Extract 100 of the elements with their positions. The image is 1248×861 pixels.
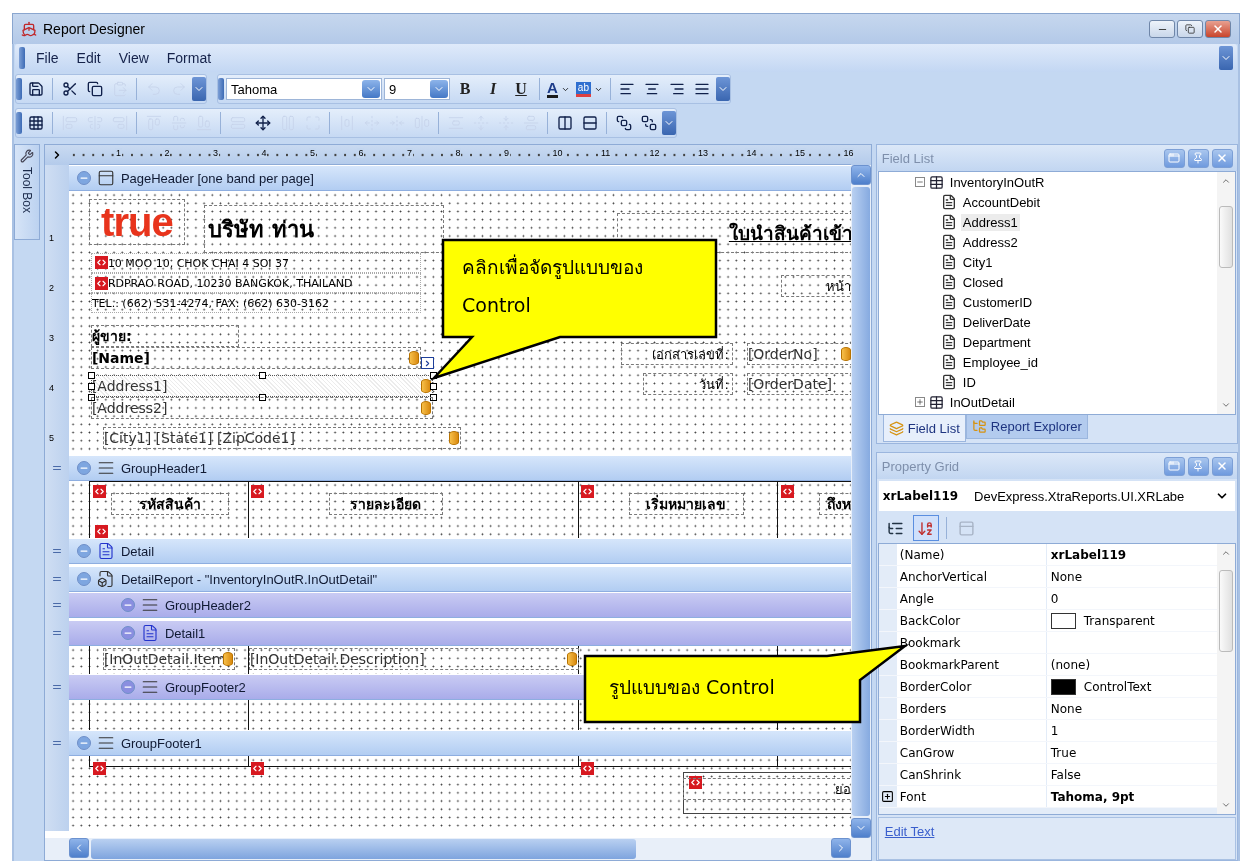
underline-button[interactable]: U [508,77,534,101]
close-button[interactable] [1212,148,1233,168]
property-value[interactable]: False [1046,764,1217,785]
property-value[interactable]: (none) [1046,654,1217,675]
collapse-button[interactable] [76,572,91,586]
maximize-button[interactable] [1164,148,1185,168]
collapse-button[interactable] [76,461,91,475]
tree-item[interactable]: InOutDetail [947,393,1017,411]
toolbox-tab[interactable]: Tool Box [14,144,40,240]
scroll-thumb[interactable] [1219,570,1233,652]
italic-button[interactable]: I [480,77,506,101]
band-header[interactable]: GroupFooter1 [68,730,851,756]
menu-grip[interactable] [19,47,25,69]
edit-text-link[interactable]: Edit Text [884,824,935,839]
toolbar-grip[interactable] [16,112,22,134]
collapse-toggle[interactable] [914,177,925,187]
report-label[interactable]: [Address2] [90,397,433,419]
property-value[interactable]: Transparent [1046,610,1217,631]
dropdown-button[interactable] [362,80,380,98]
scroll-left-button[interactable] [68,838,89,858]
tree-item[interactable]: Address2 [960,233,1020,251]
band-header[interactable]: GroupHeader2 [68,592,851,618]
scroll-down-button[interactable] [1221,400,1231,410]
report-label[interactable]: ผู้ขาย: [90,325,239,347]
report-label[interactable]: TEL.: (662) 531-4274, FAX: (662) 630-3162 [90,293,421,313]
report-label[interactable]: RDPRAO ROAD, 10230 BANGKOK, THAILAND [90,273,421,293]
report-label[interactable]: [InOutDetail.Description] [248,648,579,670]
expand-toggle[interactable] [881,790,895,803]
tree-item[interactable]: Employee_id [960,353,1040,371]
panel-tab[interactable]: Report Explorer [965,415,1088,439]
maximize-button[interactable] [1164,456,1185,476]
resize-handle[interactable] [258,394,266,401]
close-button[interactable] [1205,20,1231,38]
report-label[interactable]: รหัสสินค้า [110,493,229,515]
band-canvas[interactable]: รหัสสินค้า รายละเอียด เริ่มหมายเลข ถึงห [68,481,851,538]
property-value[interactable]: xrLabel119 [1046,544,1217,565]
toolbar-grip[interactable] [218,78,224,100]
dropdown-button[interactable] [430,80,448,98]
report-label[interactable]: วันที่: [642,373,733,395]
tree-item[interactable]: Closed [960,273,1006,291]
property-value[interactable]: Tahoma, 9pt [1046,786,1217,807]
menu-item[interactable]: File [29,48,66,68]
scroll-up-button[interactable] [1221,176,1231,186]
bold-button[interactable]: B [452,77,478,101]
menu-item[interactable]: Edit [69,48,108,68]
vertical-scrollbar[interactable] [1217,172,1235,414]
report-label[interactable]: 10 MOO 10, CHOK CHAI 4 SOI 37 [90,253,421,273]
panel-tab[interactable]: Field List [882,415,966,442]
band-header[interactable]: Detail [68,538,851,564]
menu-item[interactable]: Format [159,48,219,68]
font-color-button[interactable]: A [545,77,572,101]
scroll-right-button[interactable] [830,838,851,858]
tree-item[interactable]: DeliverDate [960,313,1033,331]
property-value[interactable]: 1 [1046,720,1217,741]
collapse-button[interactable] [76,171,91,185]
scroll-up-button[interactable] [850,165,871,185]
tree-item[interactable]: Address1 [960,213,1020,231]
property-value[interactable]: ControlText [1046,676,1217,697]
property-value[interactable]: None [1046,698,1217,719]
scroll-thumb[interactable] [851,187,870,816]
close-button[interactable] [1212,456,1233,476]
band-header[interactable]: PageHeader [one band per page] [68,165,851,191]
scroll-down-button[interactable] [1221,800,1231,810]
band-header[interactable]: DetailReport - "InventoryInOutR.InOutDetail" [68,566,851,592]
font-size-combo[interactable]: 9 [384,78,450,100]
collapse-button[interactable] [120,626,135,640]
overflow-button[interactable] [192,77,206,101]
property-value[interactable]: True [1046,742,1217,763]
collapse-button[interactable] [120,680,135,694]
scroll-thumb[interactable] [1219,206,1233,268]
collapse-button[interactable] [120,598,135,612]
report-label[interactable]: [City1] [State1] [ZipCode1] [102,427,461,449]
property-value[interactable]: 0 [1046,588,1217,609]
horizontal-scrollbar[interactable] [44,838,871,860]
tree-item[interactable]: InventoryInOutR [947,173,1047,191]
alphabetical-sort-button[interactable] [912,515,939,541]
report-label[interactable]: เริ่มหมายเลข [628,493,744,515]
tree-item[interactable]: AccountDebit [960,193,1043,211]
band-header[interactable]: Detail1 [68,620,851,646]
report-label[interactable]: [Name] [90,347,421,369]
highlight-color-button[interactable]: ab [573,77,605,101]
band-header[interactable]: GroupHeader1 [68,455,851,481]
pin-button[interactable] [1188,148,1209,168]
tree-item[interactable]: City1 [960,253,995,271]
scroll-up-button[interactable] [1221,548,1231,558]
scroll-down-button[interactable] [850,818,871,838]
restore-button[interactable] [1177,20,1203,38]
report-label[interactable]: เอกสารเลขที่: [620,343,733,365]
overflow-button[interactable] [1219,46,1233,70]
smart-tag-icon[interactable] [420,357,434,369]
tree-item[interactable]: ID [960,373,978,391]
font-name-combo[interactable]: Tahoma [226,78,382,100]
expand-toggle[interactable] [914,397,925,407]
object-selector[interactable]: xrLabel119 DevExpress.XtraReports.UI.XRLabe [878,481,1235,511]
resize-handle[interactable] [258,372,266,379]
logo-label[interactable]: true [88,199,185,245]
pin-button[interactable] [1188,456,1209,476]
menu-item[interactable]: View [111,48,156,68]
collapse-button[interactable] [76,544,91,558]
tree-item[interactable]: Department [960,333,1033,351]
